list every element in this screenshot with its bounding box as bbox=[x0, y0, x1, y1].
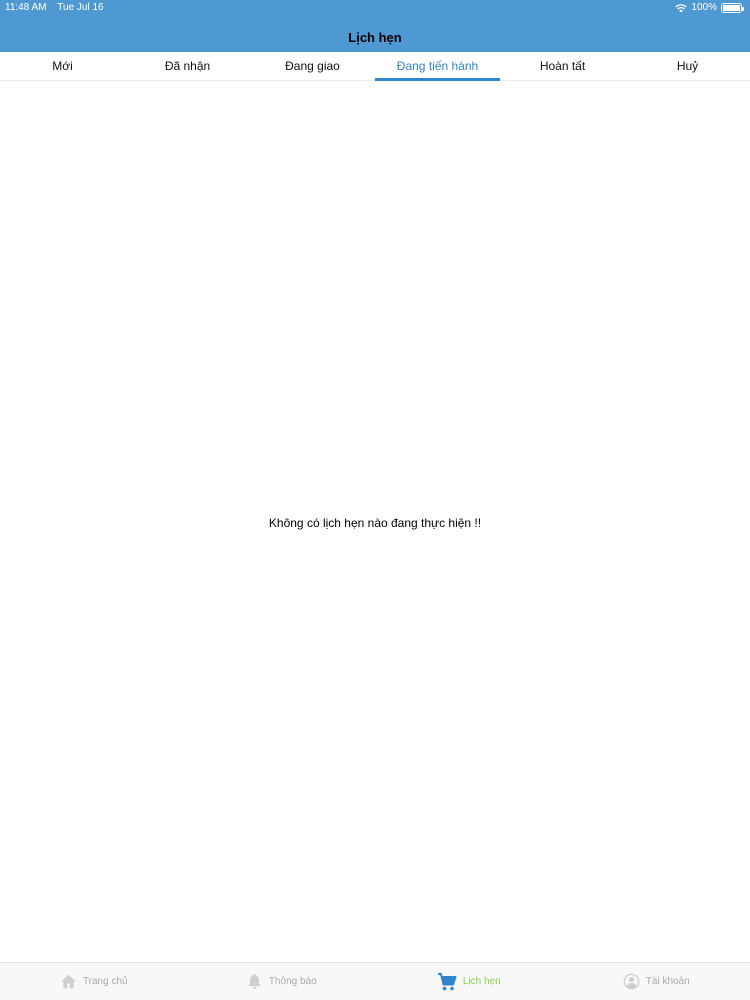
screen: 11:48 AM Tue Jul 16 100% Lịch hẹn Mới Đã… bbox=[0, 0, 750, 1000]
bottom-tab-notifications-label: Thông báo bbox=[268, 976, 317, 987]
segment-tabs: Mới Đã nhận Đang giao Đang tiến hành Hoà… bbox=[0, 52, 750, 81]
tab-in-progress[interactable]: Đang tiến hành bbox=[375, 52, 500, 81]
home-icon bbox=[61, 974, 76, 989]
bottom-tab-appointments-label: Lịch hẹn bbox=[462, 976, 501, 987]
status-time: 11:48 AM bbox=[5, 2, 47, 13]
empty-state-message: Không có lịch hẹn nào đang thực hiện !! bbox=[268, 516, 482, 530]
bottom-tab-bar: Trang chủ Thông báo Lịch hẹn Tài khoản bbox=[0, 962, 750, 1000]
bottom-tab-account-label: Tài khoản bbox=[645, 976, 690, 987]
bottom-tab-home-label: Trang chủ bbox=[82, 976, 128, 987]
status-right: 100% bbox=[675, 0, 744, 16]
wifi-icon bbox=[675, 4, 688, 13]
status-bar: 11:48 AM Tue Jul 16 100% bbox=[0, 0, 750, 16]
battery-icon bbox=[721, 3, 744, 13]
tab-cancelled[interactable]: Huỷ bbox=[625, 52, 750, 80]
bell-icon bbox=[247, 974, 261, 989]
content-area: Không có lịch hẹn nào đang thực hiện !! bbox=[0, 82, 750, 962]
page-title: Lịch hẹn bbox=[348, 30, 402, 45]
tab-delivering[interactable]: Đang giao bbox=[250, 52, 375, 80]
tab-received[interactable]: Đã nhận bbox=[125, 52, 250, 80]
bottom-tab-account[interactable]: Tài khoản bbox=[563, 963, 750, 1000]
tab-completed[interactable]: Hoàn tất bbox=[500, 52, 625, 80]
header: 11:48 AM Tue Jul 16 100% Lịch hẹn bbox=[0, 0, 750, 52]
battery-percent: 100% bbox=[691, 2, 717, 13]
bottom-tab-home[interactable]: Trang chủ bbox=[0, 963, 188, 1000]
user-icon bbox=[623, 973, 640, 990]
status-left: 11:48 AM Tue Jul 16 bbox=[5, 0, 104, 16]
status-date: Tue Jul 16 bbox=[57, 2, 104, 13]
tab-new[interactable]: Mới bbox=[0, 52, 125, 80]
cart-icon bbox=[437, 972, 457, 990]
bottom-tab-appointments[interactable]: Lịch hẹn bbox=[375, 963, 563, 1000]
bottom-tab-notifications[interactable]: Thông báo bbox=[188, 963, 376, 1000]
